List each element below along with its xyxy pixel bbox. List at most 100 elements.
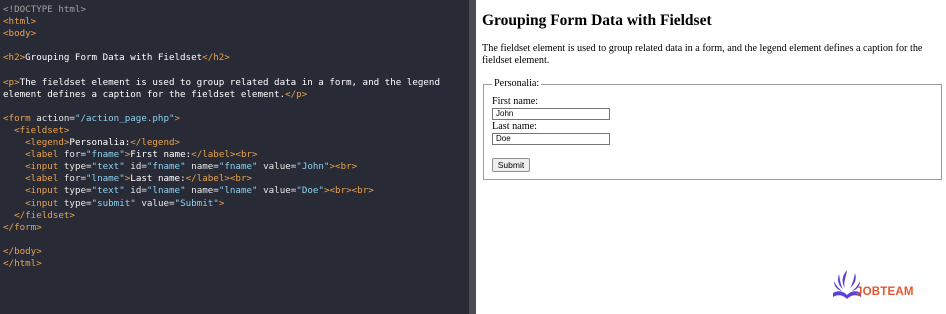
code-line: <input type="submit" value="Submit"> xyxy=(3,198,440,210)
code-token: value= xyxy=(257,161,297,173)
code-line: </html> xyxy=(3,258,440,270)
code-token: <label xyxy=(25,173,59,185)
code-token: value= xyxy=(135,197,175,209)
code-token: </fieldset> xyxy=(14,209,75,221)
code-token: type= xyxy=(58,161,92,173)
last-name-label: Last name: xyxy=(492,121,537,132)
code-line: ​ xyxy=(3,101,440,113)
code-token: </label><br> xyxy=(191,149,258,161)
first-name-label: First name: xyxy=(492,96,539,107)
code-token: <input xyxy=(25,185,59,197)
code-token: > xyxy=(174,112,181,124)
code-line: <html> xyxy=(3,16,440,28)
code-line: ​ xyxy=(3,64,440,76)
code-token: </p> xyxy=(285,88,308,100)
preview-heading: Grouping Form Data with Fieldset xyxy=(482,12,712,29)
panel-resize-handle[interactable] xyxy=(469,0,476,314)
code-token: Personalia: xyxy=(69,137,131,149)
code-line: <label for="lname">Last name:</label><br… xyxy=(3,173,440,185)
code-token: <input xyxy=(25,197,59,209)
last-name-input[interactable]: Doe xyxy=(492,133,610,145)
result-preview-panel: Grouping Form Data with Fieldset The fie… xyxy=(476,0,946,314)
code-token: "fname" xyxy=(86,149,125,161)
code-line: <body> xyxy=(3,28,440,40)
code-token: <p> xyxy=(3,76,20,88)
code-token: </label><br> xyxy=(185,173,253,185)
jobteam-logo: JOBTEAM xyxy=(832,266,928,306)
code-token: "text" xyxy=(91,161,125,173)
code-token: element defines a caption for the fields… xyxy=(3,88,286,100)
code-line: <form action="/action_page.php"> xyxy=(3,113,440,125)
code-token: "submit" xyxy=(91,197,136,209)
code-token: "text" xyxy=(91,185,125,197)
code-line: <input type="text" id="fname" name="fnam… xyxy=(3,161,440,173)
code-line: <label for="fname">First name:</label><b… xyxy=(3,149,440,161)
code-token: type= xyxy=(58,197,92,209)
code-token: "lname" xyxy=(86,173,125,185)
code-line: element defines a caption for the fields… xyxy=(3,89,440,101)
code-token: <!DOCTYPE html> xyxy=(3,4,86,15)
code-token: First name: xyxy=(130,149,192,161)
code-token: "Submit" xyxy=(174,197,219,209)
code-token: name= xyxy=(185,161,219,173)
preview-paragraph: The fieldset element is used to group re… xyxy=(482,43,923,67)
code-token: <body> xyxy=(3,28,37,40)
code-token: <legend> xyxy=(25,137,70,149)
code-token: Last name: xyxy=(130,173,186,185)
code-token: ><br><br> xyxy=(323,185,374,197)
code-line: ​ xyxy=(3,40,440,52)
code-line: <legend>Personalia:</legend> xyxy=(3,137,440,149)
code-line: <p>The fieldset element is used to group… xyxy=(3,77,440,89)
code-token: </h2> xyxy=(202,52,230,64)
code-token: </form> xyxy=(3,221,42,233)
code-token: action= xyxy=(30,112,75,124)
code-token: for= xyxy=(58,173,87,185)
code-token: <input xyxy=(25,161,59,173)
code-editor-text[interactable]: <!DOCTYPE html><html><body>​<h2>Grouping… xyxy=(3,4,440,270)
code-token: id= xyxy=(124,161,147,173)
code-token: </legend> xyxy=(130,137,181,149)
code-token: <label xyxy=(25,149,59,161)
submit-button[interactable]: Submit xyxy=(492,158,530,172)
code-token: name= xyxy=(185,185,219,197)
book-flame-logo-icon xyxy=(833,270,861,299)
code-token: ><br> xyxy=(329,161,358,173)
code-line: <h2>Grouping Form Data with Fieldset</h2… xyxy=(3,52,440,64)
code-line: <fieldset> xyxy=(3,125,440,137)
code-token: "fname" xyxy=(218,161,258,173)
code-token: <form xyxy=(3,112,31,124)
code-line: <input type="text" id="lname" name="lnam… xyxy=(3,185,440,197)
fieldset-legend: Personalia: xyxy=(492,78,542,90)
code-line: </fieldset> xyxy=(3,210,440,222)
fieldset-group: Personalia: First name: John Last name: … xyxy=(483,78,942,180)
code-token: for= xyxy=(58,149,87,161)
code-editor-panel[interactable]: <!DOCTYPE html><html><body>​<h2>Grouping… xyxy=(0,0,469,314)
code-token: </html> xyxy=(3,257,42,269)
first-name-input[interactable]: John xyxy=(492,108,610,120)
code-token: The fieldset element is used to group re… xyxy=(19,76,440,88)
code-token: "John" xyxy=(296,161,330,173)
code-token: value= xyxy=(257,185,297,197)
code-token: type= xyxy=(58,185,92,197)
code-token: </body> xyxy=(3,245,42,257)
code-line: </form> xyxy=(3,222,440,234)
code-token: <h2> xyxy=(3,52,26,64)
code-line: ​ xyxy=(3,234,440,246)
code-token: <html> xyxy=(3,16,37,28)
code-token: "lname" xyxy=(146,185,186,197)
logo-text: JOBTEAM xyxy=(856,286,914,298)
code-line: </body> xyxy=(3,246,440,258)
code-token: Grouping Form Data with Fieldset xyxy=(25,52,203,64)
code-line: <!DOCTYPE html> xyxy=(3,4,440,16)
code-token: "lname" xyxy=(218,185,258,197)
code-token: > xyxy=(218,197,225,209)
code-token: "/action_page.php" xyxy=(74,112,175,124)
